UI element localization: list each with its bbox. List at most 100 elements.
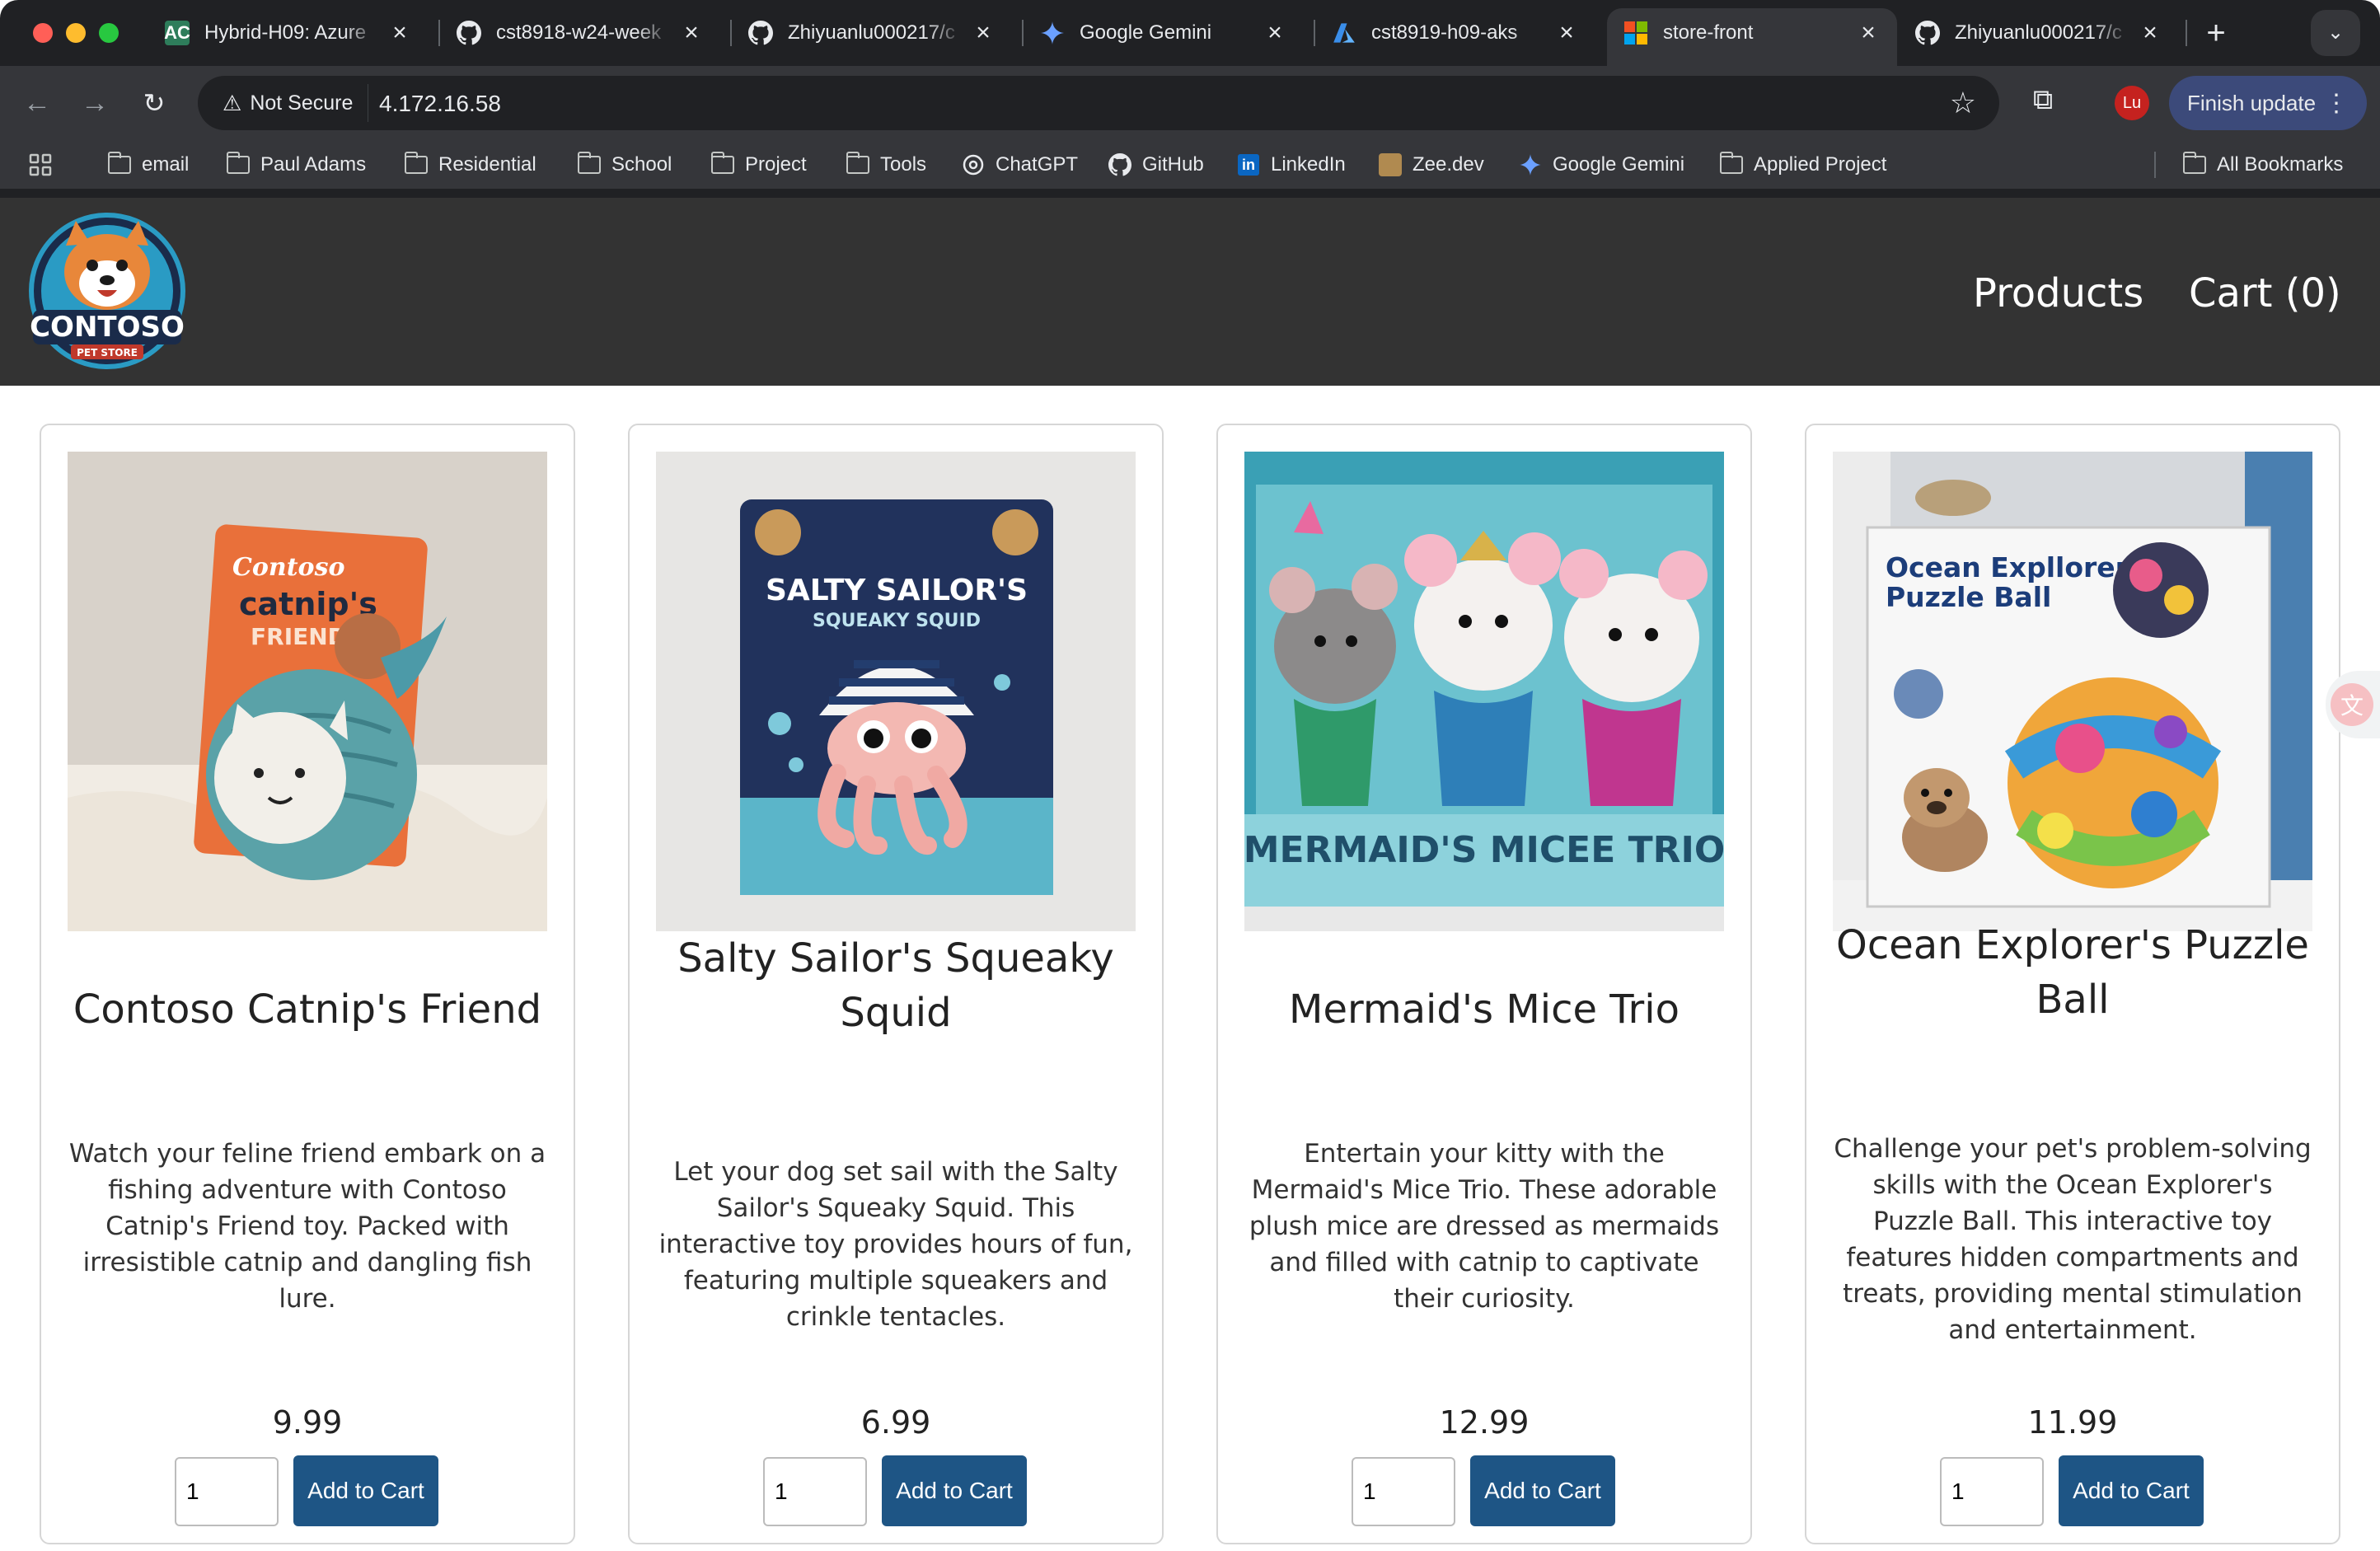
minimize-window-button[interactable]: [66, 23, 86, 43]
close-tab-icon[interactable]: ×: [971, 19, 996, 47]
bookmark-linkedin[interactable]: in LinkedIn: [1236, 147, 1346, 183]
product-card: SALTY SAILOR'S SQUEAKY SQUID Salty Sailo…: [628, 424, 1164, 1544]
tab-google-gemini[interactable]: Google Gemini ×: [1024, 8, 1304, 58]
close-tab-icon[interactable]: ×: [1554, 19, 1579, 47]
tab-zhiyuanlu-1[interactable]: Zhiyuanlu000217/c ×: [732, 8, 1012, 58]
tab-strip: AC Hybrid-H09: Azure × cst8918-w24-week …: [0, 0, 2380, 66]
bookmark-zee-dev[interactable]: Zee.dev: [1378, 147, 1484, 183]
quantity-input[interactable]: [763, 1457, 867, 1526]
quantity-input[interactable]: [1352, 1457, 1455, 1526]
tab-title: Google Gemini: [1080, 21, 1212, 44]
chatgpt-icon: [961, 154, 986, 176]
close-tab-icon[interactable]: ×: [1263, 19, 1287, 47]
bookmark-label: Applied Project: [1754, 153, 1887, 176]
bookmark-applied-project[interactable]: Applied Project: [1719, 147, 1886, 183]
tab-title: Zhiyuanlu000217/c: [788, 21, 955, 44]
packaging-text: FRIEND: [251, 623, 347, 650]
all-bookmarks-label: All Bookmarks: [2217, 153, 2344, 176]
tab-title: cst8918-w24-week: [496, 21, 662, 44]
github-icon: [748, 21, 773, 45]
product-price: 11.99: [2027, 1404, 2118, 1441]
address-bar[interactable]: ⚠ Not Secure 4.172.16.58 ☆: [198, 76, 1999, 130]
quantity-input[interactable]: [175, 1457, 279, 1526]
tab-store-front[interactable]: store-front ×: [1607, 8, 1897, 66]
close-tab-icon[interactable]: ×: [1856, 19, 1881, 47]
tab-cst8918[interactable]: cst8918-w24-week ×: [440, 8, 720, 58]
product-image[interactable]: Ocean Expllorer's Puzzle Ball: [1833, 452, 2312, 931]
azure-icon: [1332, 21, 1356, 45]
product-title[interactable]: Contoso Catnip's Friend: [58, 982, 557, 1037]
bookmark-chatgpt[interactable]: ChatGPT: [961, 147, 1078, 183]
bookmarks-separator: [2154, 152, 2156, 178]
product-card: MERMAID'S MICEE TRIO Mermaid's Mice Trio…: [1216, 424, 1752, 1544]
product-title[interactable]: Ocean Explorer's Puzzle Ball: [1823, 918, 2322, 1027]
tab-cst8919[interactable]: cst8919-h09-aks ×: [1315, 8, 1595, 58]
bookmark-residential[interactable]: Residential: [404, 147, 536, 183]
close-tab-icon[interactable]: ×: [2138, 19, 2162, 47]
github-icon: [1915, 21, 1940, 45]
url-text[interactable]: 4.172.16.58: [379, 91, 501, 117]
bookmark-github[interactable]: GitHub: [1108, 147, 1204, 183]
zee-icon: [1378, 153, 1403, 176]
add-to-cart-button[interactable]: Add to Cart: [293, 1455, 438, 1526]
tab-title: cst8919-h09-aks: [1371, 21, 1518, 44]
bookmark-label: Paul Adams: [260, 153, 367, 176]
bookmark-google-gemini[interactable]: Google Gemini: [1518, 147, 1684, 183]
add-to-cart-button[interactable]: Add to Cart: [1470, 1455, 1615, 1526]
tab-zhiyuanlu-2[interactable]: Zhiyuanlu000217/c ×: [1899, 8, 2179, 58]
folder-icon: [846, 152, 870, 176]
new-tab-button[interactable]: +: [2195, 13, 2237, 54]
bookmark-label: School: [611, 153, 672, 176]
tab-search-button[interactable]: ⌄: [2311, 10, 2360, 56]
nav-cart[interactable]: Cart (0): [2189, 270, 2341, 316]
product-card: Ocean Expllorer's Puzzle Ball Ocean Expl…: [1805, 424, 2340, 1544]
packaging-text: MERMAID'S MICEE TRIO: [1244, 829, 1724, 871]
all-bookmarks-button[interactable]: All Bookmarks: [2182, 147, 2343, 183]
tab-hybrid-h09[interactable]: AC Hybrid-H09: Azure ×: [148, 8, 429, 58]
tab-title: store-front: [1663, 21, 1754, 44]
product-title[interactable]: Salty Sailor's Squeaky Squid: [646, 931, 1145, 1040]
folder-icon: [1719, 152, 1744, 176]
add-to-cart-button[interactable]: Add to Cart: [882, 1455, 1027, 1526]
bookmark-label: GitHub: [1142, 153, 1204, 176]
bookmark-tools[interactable]: Tools: [846, 147, 926, 183]
close-window-button[interactable]: [33, 23, 53, 43]
tab-title: Hybrid-H09: Azure: [204, 21, 367, 44]
packaging-text: Contoso: [232, 553, 344, 582]
product-price: 9.99: [272, 1404, 343, 1441]
more-vert-icon: ⋮: [2324, 89, 2349, 117]
quantity-input[interactable]: [1940, 1457, 2044, 1526]
product-title[interactable]: Mermaid's Mice Trio: [1235, 982, 1734, 1037]
add-to-cart-button[interactable]: Add to Cart: [2059, 1455, 2204, 1526]
bookmark-project[interactable]: Project: [710, 147, 807, 183]
reload-icon[interactable]: ↻: [135, 84, 173, 122]
contoso-logo[interactable]: CONTOSO PET STORE: [25, 213, 190, 369]
maximize-window-button[interactable]: [99, 23, 119, 43]
arcs-icon: AC: [164, 21, 190, 45]
extensions-puzzle-icon[interactable]: ⧉: [2024, 84, 2062, 122]
product-card: Contoso catnip's FRIEND Contoso Catnip's…: [40, 424, 575, 1544]
apps-grid-icon[interactable]: [28, 147, 53, 183]
product-image[interactable]: MERMAID'S MICEE TRIO: [1244, 452, 1724, 931]
product-image[interactable]: Contoso catnip's FRIEND: [68, 452, 547, 931]
bookmark-email[interactable]: email: [107, 147, 189, 183]
folder-icon: [2182, 152, 2207, 176]
nav-products[interactable]: Products: [1973, 270, 2143, 316]
linkedin-icon: in: [1236, 154, 1261, 176]
finish-update-button[interactable]: Finish update ⋮: [2169, 76, 2367, 130]
bookmark-school[interactable]: School: [577, 147, 672, 183]
bookmark-label: ChatGPT: [996, 153, 1079, 176]
folder-icon: [577, 152, 602, 176]
back-arrow-icon[interactable]: ←: [18, 84, 56, 122]
close-tab-icon[interactable]: ×: [387, 19, 412, 47]
bookmark-paul-adams[interactable]: Paul Adams: [226, 147, 366, 183]
close-tab-icon[interactable]: ×: [679, 19, 704, 47]
finish-update-label: Finish update: [2187, 90, 2317, 115]
bookmark-label: LinkedIn: [1271, 153, 1346, 176]
profile-avatar[interactable]: Lu: [2115, 86, 2149, 120]
security-chip[interactable]: ⚠ Not Secure: [213, 84, 369, 122]
forward-arrow-icon[interactable]: →: [76, 84, 114, 122]
product-price: 6.99: [860, 1404, 931, 1441]
bookmark-star-icon[interactable]: ☆: [1950, 86, 1976, 120]
product-image[interactable]: SALTY SAILOR'S SQUEAKY SQUID: [656, 452, 1136, 931]
